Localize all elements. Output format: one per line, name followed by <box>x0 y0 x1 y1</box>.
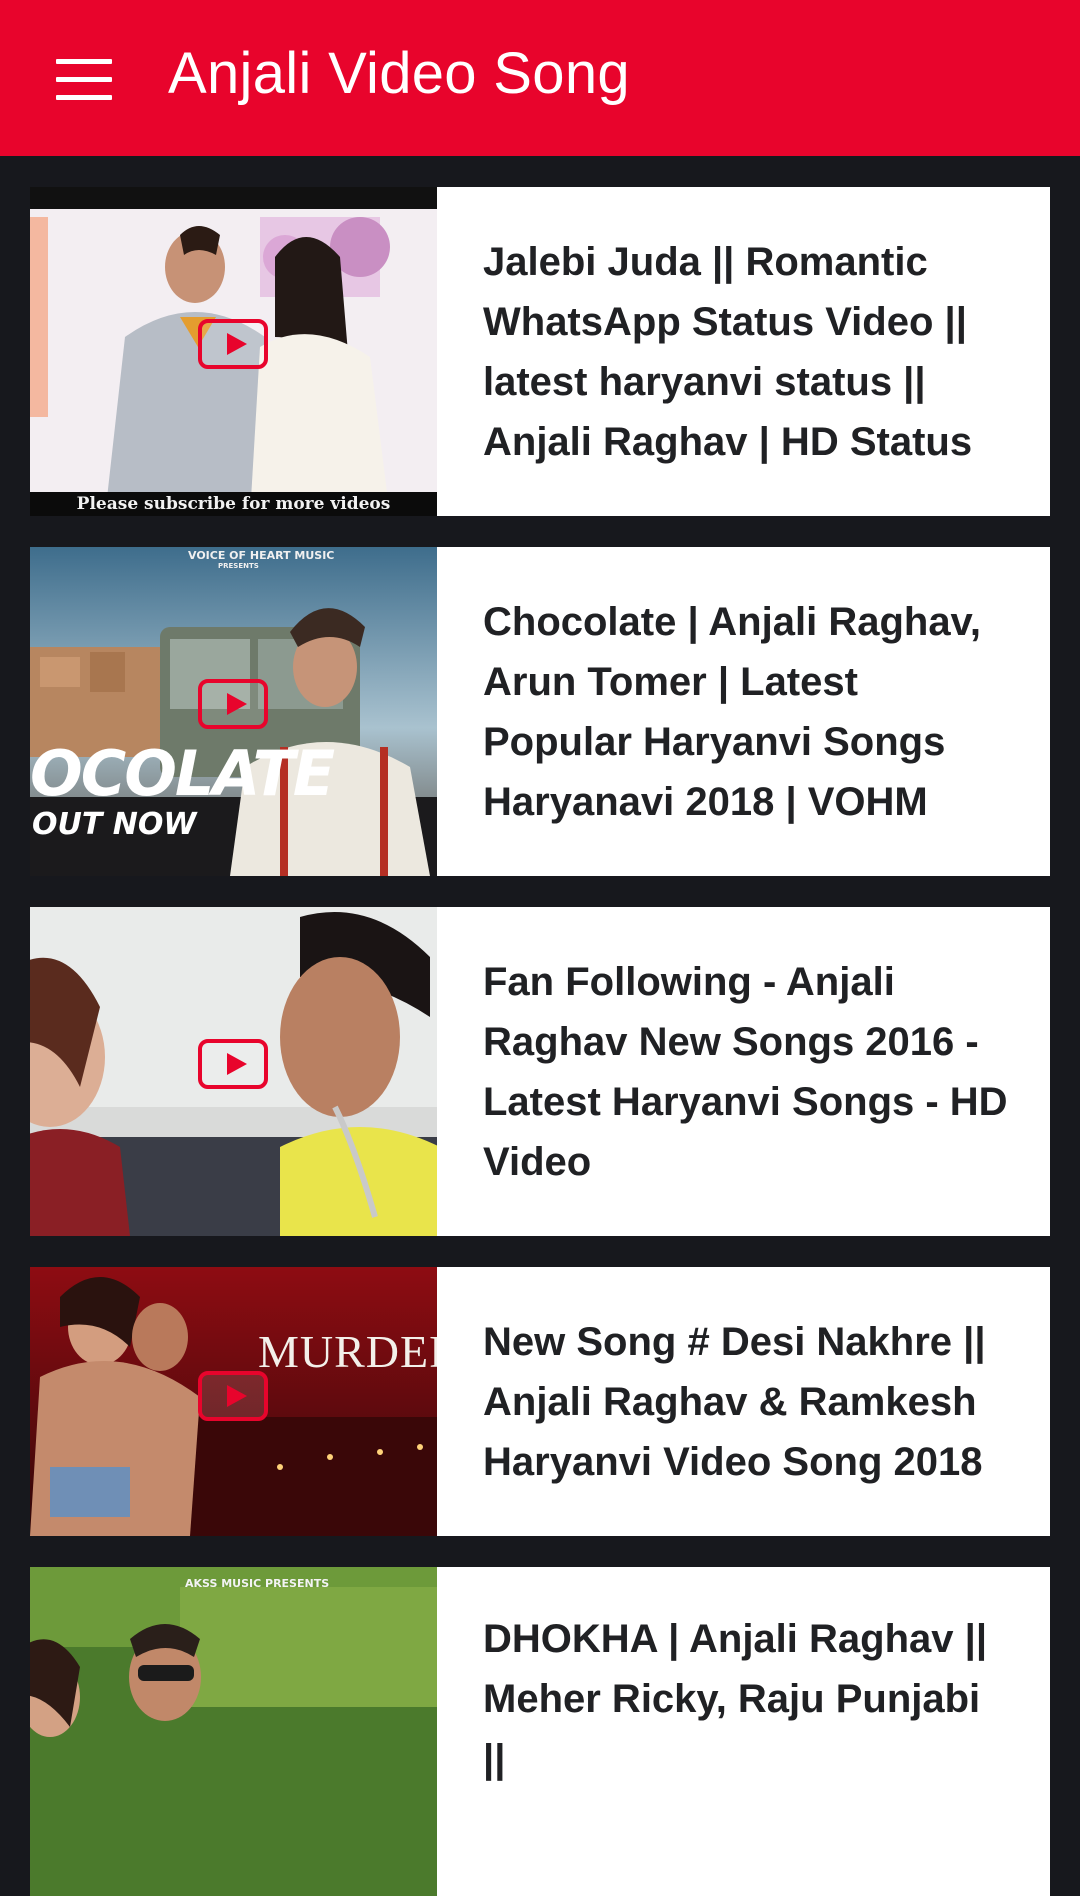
video-title[interactable]: DHOKHA | Anjali Raghav || Meher Ricky, R… <box>437 1567 1050 1896</box>
thumbnail-label: OUT NOW <box>32 807 197 842</box>
video-thumbnail[interactable] <box>30 907 437 1236</box>
video-title[interactable]: New Song # Desi Nakhre || Anjali Raghav … <box>437 1267 1050 1536</box>
video-thumbnail[interactable]: Please subscribe for more videos <box>30 187 437 516</box>
thumbnail-headline: OCOLATE <box>30 737 335 810</box>
video-title[interactable]: Chocolate | Anjali Raghav, Arun Tomer | … <box>437 547 1050 876</box>
thumbnail-label: VOICE OF HEART MUSIC <box>188 549 335 562</box>
app-title: Anjali Video Song <box>168 41 630 106</box>
video-thumbnail[interactable]: VOICE OF HEART MUSIC PRESENTS OCOLATE OU… <box>30 547 437 876</box>
video-card[interactable]: AKSS MUSIC PRESENTS DHOKHA | Anjali Ragh… <box>30 1567 1050 1896</box>
thumbnail-image <box>30 1567 437 1896</box>
video-title[interactable]: Fan Following - Anjali Raghav New Songs … <box>437 907 1050 1236</box>
video-card[interactable]: Fan Following - Anjali Raghav New Songs … <box>30 907 1050 1236</box>
hamburger-menu-icon[interactable] <box>56 59 112 100</box>
youtube-play-icon[interactable] <box>198 1371 268 1421</box>
thumbnail-caption: Please subscribe for more videos <box>30 492 437 516</box>
app-bar: Anjali Video Song <box>0 0 1080 156</box>
thumbnail-label: AKSS MUSIC PRESENTS <box>185 1577 330 1590</box>
thumbnail-headline: MURDER <box>258 1326 437 1377</box>
youtube-play-icon[interactable] <box>198 319 268 369</box>
video-thumbnail[interactable]: AKSS MUSIC PRESENTS <box>30 1567 437 1896</box>
video-card[interactable]: MURDER New Song # Desi Nakhre || Anjali … <box>30 1267 1050 1536</box>
video-card[interactable]: Please subscribe for more videos Jalebi … <box>30 187 1050 516</box>
video-thumbnail[interactable]: MURDER <box>30 1267 437 1536</box>
video-card[interactable]: VOICE OF HEART MUSIC PRESENTS OCOLATE OU… <box>30 547 1050 876</box>
thumbnail-label: PRESENTS <box>218 562 259 570</box>
video-title[interactable]: Jalebi Juda || Romantic WhatsApp Status … <box>437 187 1050 516</box>
youtube-play-icon[interactable] <box>198 1039 268 1089</box>
youtube-play-icon[interactable] <box>198 679 268 729</box>
